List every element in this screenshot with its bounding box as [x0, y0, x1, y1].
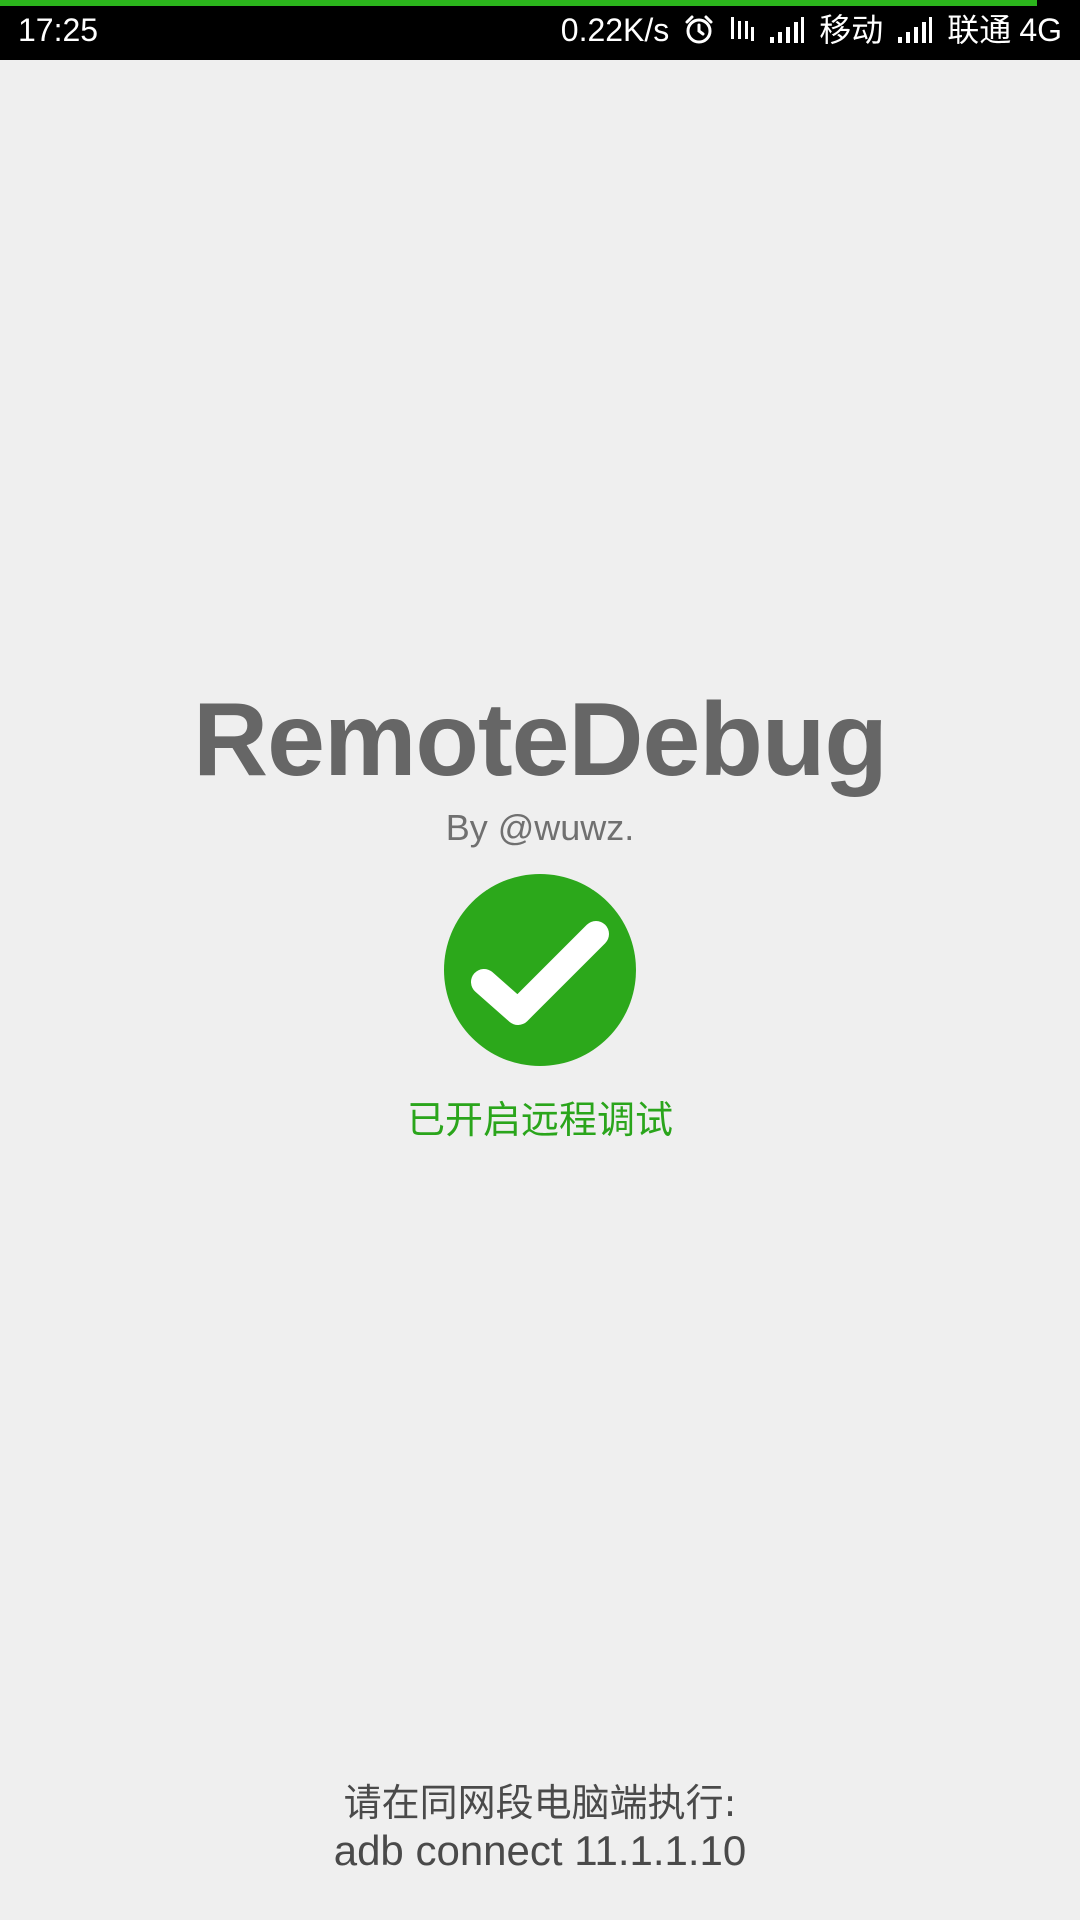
signal-icon: [897, 15, 933, 45]
network-type: 4G: [1019, 12, 1062, 48]
signal-icon: [769, 15, 805, 45]
app-title: RemoteDebug: [193, 682, 888, 798]
alarm-icon: [683, 14, 715, 46]
network-speed: 0.22K/s: [560, 12, 670, 48]
app-author: By @wuwz.: [445, 807, 635, 848]
loading-progress-bar: [0, 0, 1037, 6]
adb-command-text: adb connect 11.1.1.10: [333, 1827, 747, 1874]
debug-status-text: 已开启远程调试: [406, 1098, 673, 1142]
instruction-text: 请在同网段电脑端执行:: [343, 1781, 737, 1825]
status-time: 17:25: [18, 12, 99, 48]
carrier-1: 移动: [819, 11, 884, 49]
check-circle-icon: [444, 874, 636, 1066]
status-indicators: 0.22K/s 移动 联通 4G: [561, 10, 1062, 50]
vibrate-icon: [729, 15, 755, 45]
carrier-2: 联通: [947, 11, 1012, 49]
status-bar: 17:25 0.22K/s 移动 联通 4G: [0, 0, 1080, 60]
